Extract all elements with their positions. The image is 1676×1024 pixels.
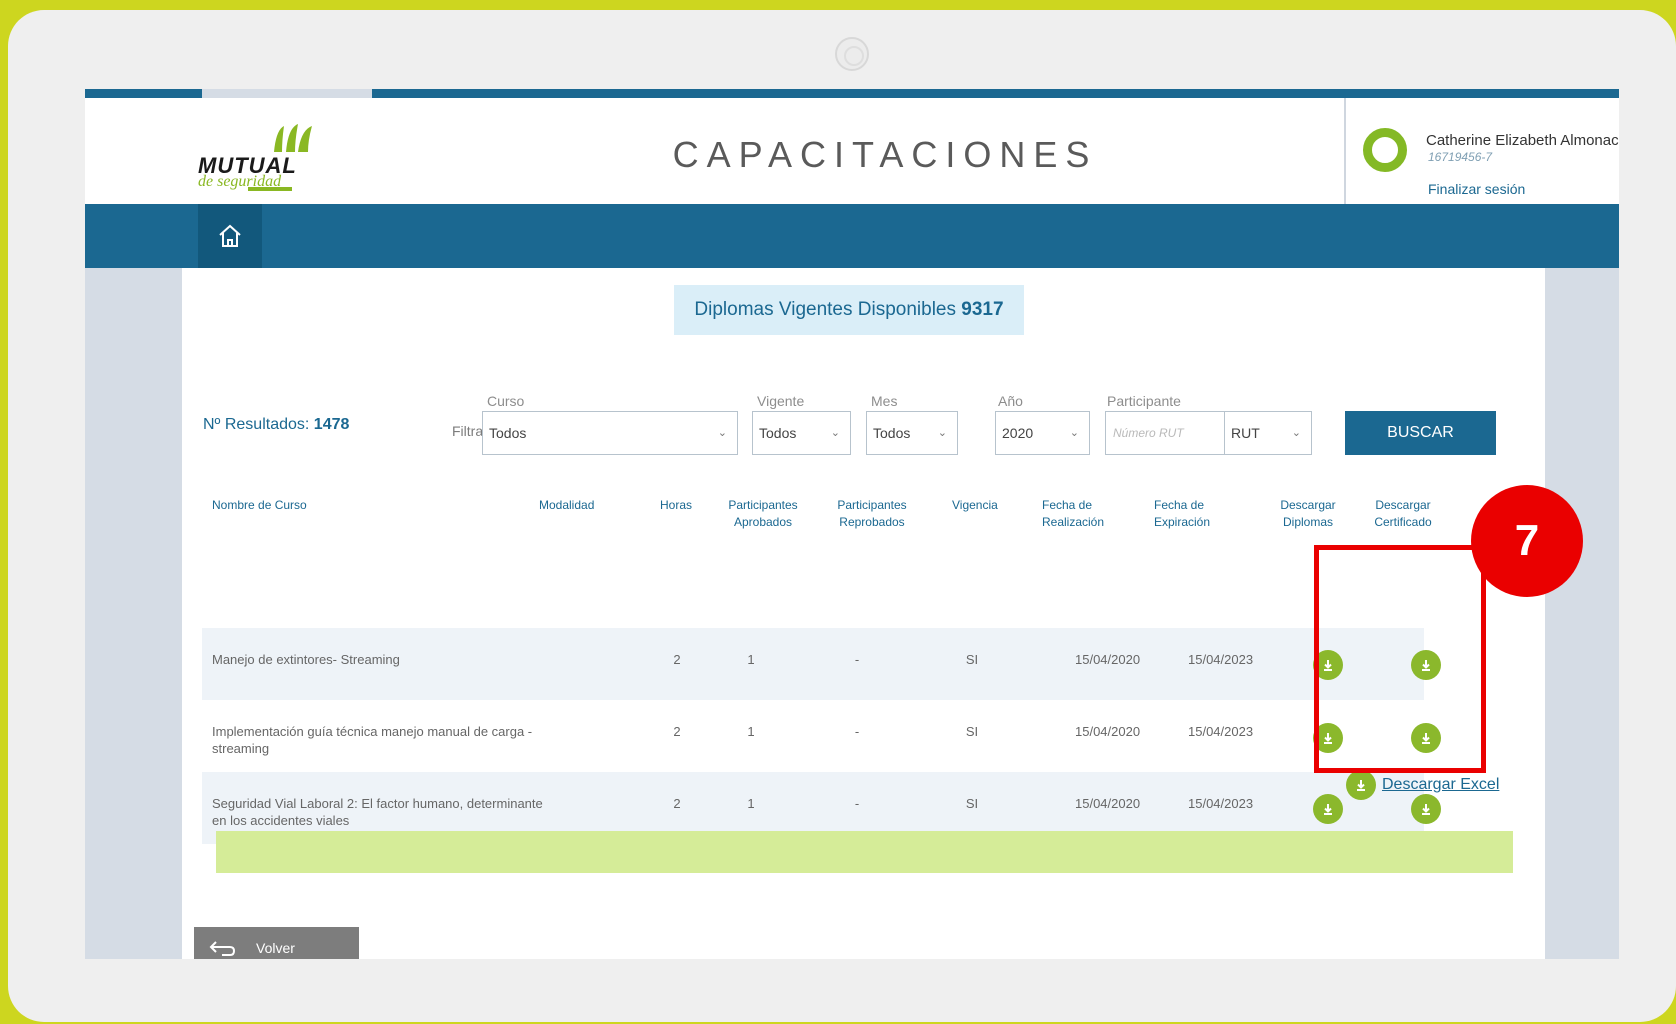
table-row: Manejo de extintores- Streaming 2 1 - SI… (202, 628, 1441, 700)
user-name: Catherine Elizabeth Almonac (1426, 132, 1619, 149)
chevron-down-icon: ⌄ (830, 427, 840, 439)
top-accent-bar (372, 89, 1619, 98)
course-start-date: 15/04/2020 (1075, 724, 1141, 739)
col-header-vigencia: Vigencia (952, 498, 998, 512)
top-accent-bar (85, 89, 202, 98)
course-name: Seguridad Vial Laboral 2: El factor huma… (212, 796, 543, 828)
results-label: Nº Resultados: (203, 416, 310, 433)
app-header: MUTUAL de seguridad CAPACITACIONES Cathe… (85, 98, 1619, 204)
download-icon (1422, 804, 1430, 815)
app-screen: MUTUAL de seguridad CAPACITACIONES Cathe… (85, 89, 1619, 959)
course-start-date: 15/04/2020 (1075, 796, 1141, 811)
col-header-certificados: Descargar Certificado (1374, 498, 1432, 529)
course-hours: 2 (673, 724, 681, 739)
header-divider (1344, 98, 1346, 204)
highlight-box (1314, 545, 1486, 773)
progress-bar (216, 831, 1513, 873)
course-expiry-date: 15/04/2023 (1188, 796, 1254, 811)
home-button[interactable] (198, 204, 262, 268)
search-button[interactable]: BUSCAR (1345, 411, 1496, 455)
download-excel-button[interactable] (1346, 770, 1376, 800)
col-header-realizacion: Fecha de Realización (1042, 498, 1105, 529)
chevron-down-icon: ⌄ (1069, 427, 1079, 439)
available-count: 9317 (961, 299, 1004, 320)
course-failed: - (854, 652, 860, 667)
step-badge: 7 (1471, 485, 1583, 597)
logo-tag (248, 187, 292, 191)
rut-input[interactable]: Número RUT (1105, 411, 1224, 455)
mes-value: Todos (873, 425, 911, 441)
download-icon (1324, 804, 1332, 815)
course-hours: 2 (673, 652, 681, 667)
chevron-down-icon: ⌄ (717, 427, 727, 439)
available-diplomas-banner: Diplomas Vigentes Disponibles 9317 (674, 285, 1024, 335)
back-button[interactable]: Volver (194, 927, 359, 959)
col-header-aprobados: Participantes Aprobados (728, 498, 798, 529)
table-row: Implementación guía técnica manejo manua… (202, 700, 1441, 772)
camera-icon (835, 37, 869, 71)
vigente-label: Vigente (757, 393, 805, 409)
course-name: Manejo de extintores- Streaming (212, 652, 400, 667)
mes-label: Mes (871, 393, 898, 409)
back-arrow-icon (209, 941, 236, 956)
anio-select[interactable]: 2020 ⌄ (995, 411, 1090, 455)
mes-select[interactable]: Todos ⌄ (866, 411, 958, 455)
col-header-expiracion: Fecha de Expiración (1154, 498, 1211, 529)
results-count: Nº Resultados: 1478 (203, 416, 349, 434)
mutual-logo[interactable]: MUTUAL de seguridad (198, 122, 333, 192)
curso-select[interactable]: Todos ⌄ (482, 411, 738, 455)
col-header-modalidad: Modalidad (539, 498, 595, 512)
course-start-date: 15/04/2020 (1075, 652, 1141, 667)
main-navbar (85, 204, 1619, 268)
device-frame: MUTUAL de seguridad CAPACITACIONES Cathe… (8, 10, 1676, 1022)
download-icon (1357, 780, 1365, 791)
chevron-down-icon: ⌄ (937, 427, 947, 439)
course-failed: - (854, 796, 860, 811)
course-expiry-date: 15/04/2023 (1188, 652, 1254, 667)
logout-link[interactable]: Finalizar sesión (1428, 181, 1525, 197)
course-approved: 1 (747, 796, 755, 811)
course-hours: 2 (673, 796, 681, 811)
course-expiry-date: 15/04/2023 (1188, 724, 1254, 739)
download-excel[interactable]: Descargar Excel (1346, 770, 1499, 800)
rut-type-select[interactable]: RUT ⌄ (1224, 411, 1312, 455)
page-title: CAPACITACIONES (672, 134, 1098, 175)
results-value: 1478 (313, 416, 350, 433)
vigente-value: Todos (759, 425, 797, 441)
course-approved: 1 (747, 724, 755, 739)
anio-label: Año (998, 393, 1023, 409)
course-validity: SI (965, 724, 979, 739)
anio-value: 2020 (1002, 425, 1034, 441)
download-diploma-button[interactable] (1313, 794, 1343, 824)
home-icon (219, 224, 241, 247)
course-validity: SI (965, 796, 979, 811)
available-label: Diplomas Vigentes Disponibles (694, 299, 956, 320)
course-approved: 1 (747, 652, 755, 667)
avatar-icon (1363, 128, 1407, 172)
back-label: Volver (256, 940, 295, 956)
course-name: Implementación guía técnica manejo manua… (212, 724, 533, 756)
curso-label: Curso (487, 393, 525, 409)
logo-mark-icon (274, 124, 312, 152)
col-header-horas: Horas (660, 498, 693, 512)
col-header-reprobados: Participantes Reprobados (837, 498, 907, 529)
download-excel-link[interactable]: Descargar Excel (1382, 776, 1499, 794)
participante-label: Participante (1107, 393, 1181, 409)
course-failed: - (854, 724, 860, 739)
curso-value: Todos (489, 425, 527, 441)
user-rut: 16719456-7 (1428, 150, 1493, 164)
rut-type-value: RUT (1231, 425, 1260, 441)
chevron-down-icon: ⌄ (1291, 427, 1301, 439)
col-header-diplomas: Descargar Diplomas (1280, 498, 1336, 529)
course-validity: SI (965, 652, 979, 667)
vigente-select[interactable]: Todos ⌄ (752, 411, 851, 455)
col-header-nombre: Nombre de Curso (212, 498, 307, 512)
